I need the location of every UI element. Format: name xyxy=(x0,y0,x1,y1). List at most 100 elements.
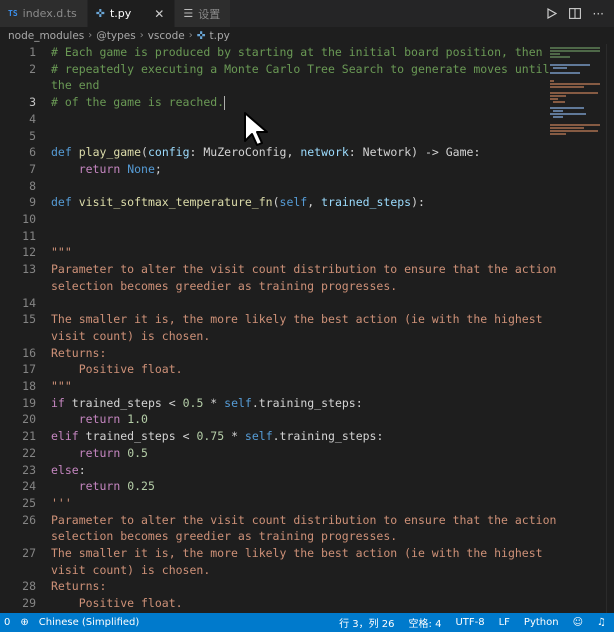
breadcrumb-item[interactable]: @types xyxy=(96,30,135,42)
code-line: if trained_steps < 0.5 * self.training_s… xyxy=(51,395,541,412)
code-line: selection becomes greedier as training p… xyxy=(51,278,398,293)
line-number xyxy=(0,528,36,545)
number: 0.5 xyxy=(182,395,204,410)
code-editor[interactable]: 1 2 3 4 5 6 7 8 9 10 11 12 13 14 15 16 17 18 19 20 21 22 23 24 2… xyxy=(0,44,614,613)
play-icon[interactable] xyxy=(546,8,557,19)
feedback-icon[interactable]: ☺ xyxy=(573,617,583,628)
code-line: # Each game is produced by starting at t… xyxy=(51,45,543,59)
code-line: Parameter to alter the visit count distr… xyxy=(51,262,557,277)
line-number xyxy=(0,328,36,345)
text-cursor xyxy=(224,95,226,110)
line-number: 11 xyxy=(22,228,36,243)
status-bar: 0 ⊕ Chinese (Simplified) 行 3，列 26 空格: 4 … xyxy=(0,613,614,632)
line-number xyxy=(0,278,36,295)
function-name: visit_softmax_temperature_fn xyxy=(78,195,273,210)
type-name: Game xyxy=(445,145,474,160)
code-line: return 0.25 xyxy=(51,478,541,495)
line-number: 24 xyxy=(22,479,36,494)
tab-settings[interactable]: ☰ 设置 xyxy=(175,0,232,27)
tab-t-py[interactable]: ✜ t.py ✕ xyxy=(87,0,176,27)
line-number: 9 xyxy=(29,195,36,210)
operator: * xyxy=(224,429,245,444)
comment-text: # of the game is reached. xyxy=(51,95,225,110)
code-line: return None; xyxy=(78,161,162,176)
operator: < xyxy=(175,429,197,444)
line-number: 25 xyxy=(22,495,36,510)
code-line: visit count) is chosen. xyxy=(51,328,211,343)
number: 0.5 xyxy=(127,445,148,460)
language-mode[interactable]: Python xyxy=(524,617,559,628)
number: 0.75 xyxy=(196,429,225,444)
tab-label: 设置 xyxy=(198,7,221,21)
tab-bar: TS index.d.ts ✜ t.py ✕ ☰ 设置 ··· xyxy=(0,0,614,27)
line-number: 27 xyxy=(22,546,36,560)
line-number: 26 xyxy=(22,512,36,527)
breadcrumb-item[interactable]: vscode xyxy=(148,30,185,42)
settings-icon: ☰ xyxy=(183,7,194,20)
code-line: # of the game is reached. xyxy=(51,94,541,111)
notifications-icon[interactable]: ♫ xyxy=(597,617,606,628)
chevron-right-icon: › xyxy=(188,30,193,41)
line-number: 15 xyxy=(22,312,36,327)
line-number: 2 xyxy=(29,61,36,76)
problems-count[interactable]: 0 xyxy=(4,617,10,628)
keyword: return xyxy=(78,161,121,176)
function-name: play_game xyxy=(78,145,142,160)
line-number: 8 xyxy=(29,178,36,193)
language-pack-status[interactable]: Chinese (Simplified) xyxy=(39,617,140,628)
type-name: Network xyxy=(362,145,412,160)
parameter: config xyxy=(147,145,190,160)
code-line: # repeatedly executing a Monte Carlo Tre… xyxy=(51,61,550,76)
code-line: ''' xyxy=(51,495,72,510)
globe-icon: ⊕ xyxy=(20,617,29,628)
minimap[interactable] xyxy=(548,44,606,613)
line-number: 28 xyxy=(22,579,36,594)
line-number: 13 xyxy=(22,262,36,277)
code-line: The smaller it is, the more likely the b… xyxy=(51,312,543,327)
line-number: 5 xyxy=(29,128,36,143)
keyword: elif xyxy=(51,429,79,444)
line-number: 21 xyxy=(22,429,36,444)
line-number xyxy=(0,562,36,579)
split-editor-icon[interactable] xyxy=(568,8,581,19)
indentation-status[interactable]: 空格: 4 xyxy=(409,615,442,630)
breadcrumb-item[interactable]: node_modules xyxy=(8,30,84,42)
keyword: return xyxy=(78,445,121,460)
line-number: 20 xyxy=(22,412,36,427)
tab-label: index.d.ts xyxy=(22,7,77,20)
parameter: trained_steps xyxy=(321,195,412,210)
close-icon[interactable]: ✕ xyxy=(154,7,164,21)
cursor-position[interactable]: 行 3，列 26 xyxy=(339,615,394,630)
breadcrumb-item[interactable]: t.py xyxy=(210,30,230,42)
tab-label: t.py xyxy=(109,7,132,20)
breadcrumb: node_modules › @types › vscode › ✜ t.py xyxy=(0,27,614,44)
line-number: 29 xyxy=(22,596,36,611)
vertical-scrollbar[interactable] xyxy=(606,44,614,613)
typescript-icon: TS xyxy=(8,9,18,18)
code-line: """ xyxy=(51,245,72,260)
line-number: 4 xyxy=(29,111,36,126)
mouse-pointer-icon xyxy=(244,112,268,146)
python-file-icon: ✜ xyxy=(196,29,206,42)
variable: trained_steps xyxy=(71,395,162,410)
self-keyword: self xyxy=(279,195,308,210)
more-icon[interactable]: ··· xyxy=(593,7,604,21)
line-number: 7 xyxy=(29,161,36,176)
line-number: 3 xyxy=(29,95,36,110)
line-number: 12 xyxy=(22,245,36,260)
line-number: 6 xyxy=(29,145,36,160)
code-line: elif trained_steps < 0.75 * self.trainin… xyxy=(51,428,541,445)
keyword: def xyxy=(51,195,72,210)
variable: trained_steps xyxy=(85,429,176,444)
code-line: def visit_softmax_temperature_fn(self, t… xyxy=(51,195,425,210)
tab-index-d-ts[interactable]: TS index.d.ts xyxy=(0,0,88,27)
code-line: """ xyxy=(51,379,72,393)
line-number: 18 xyxy=(22,379,36,393)
editor-actions: ··· xyxy=(546,0,614,27)
keyword: return xyxy=(78,412,121,427)
encoding-status[interactable]: UTF-8 xyxy=(455,617,484,628)
line-number: 17 xyxy=(22,362,36,377)
code-line: Positive float. xyxy=(51,362,183,377)
line-number: 19 xyxy=(22,395,36,410)
eol-status[interactable]: LF xyxy=(499,617,510,628)
